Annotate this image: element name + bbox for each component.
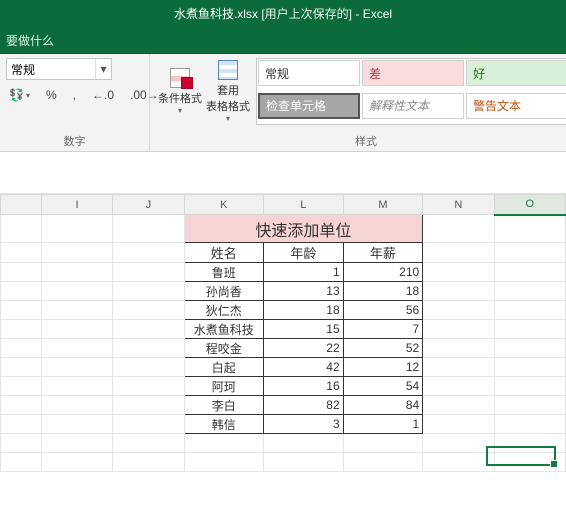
style-bad[interactable]: 差 (362, 60, 464, 86)
col-N[interactable]: N (423, 195, 494, 215)
table-row (1, 453, 566, 472)
dash: - (355, 7, 362, 21)
percent-button[interactable]: % (43, 86, 60, 104)
table-row: 李白 82 84 (1, 396, 566, 415)
chevron-down-icon[interactable]: ▾ (95, 59, 111, 79)
header-name[interactable]: 姓名 (184, 243, 264, 263)
file-name: 水煮鱼科技.xlsx (174, 7, 258, 21)
table-row: 孙尚香 13 18 (1, 282, 566, 301)
cond-format-label: 条件格式 (158, 90, 202, 106)
corner[interactable] (1, 195, 42, 215)
conditional-formatting-icon (170, 68, 190, 88)
table-row (1, 434, 566, 453)
currency-icon: 💱 (9, 88, 24, 102)
table-row: 狄仁杰 18 56 (1, 301, 566, 320)
worksheet-area[interactable]: I J K L M N O 快速添加单位 姓名 年龄 年薪 鲁班 1 210 孙… (0, 152, 566, 472)
comma-button[interactable]: , (70, 86, 79, 104)
col-M[interactable]: M (343, 195, 423, 215)
table-row: 阿珂 16 54 (1, 377, 566, 396)
table-row: 程咬金 22 52 (1, 339, 566, 358)
col-L[interactable]: L (264, 195, 344, 215)
col-I[interactable]: I (41, 195, 112, 215)
table-row: 白起 42 12 (1, 358, 566, 377)
app-name: Excel (363, 7, 392, 21)
ribbon: ▾ 💱▾ % , ←.0 .00→ 数字 条件格式 ▾ 套用 表格格式 ▾ (0, 54, 566, 152)
file-mode: [用户上次保存的] (261, 7, 352, 21)
chevron-down-icon: ▾ (26, 91, 30, 100)
currency-button[interactable]: 💱▾ (6, 86, 33, 104)
group-label-number: 数字 (6, 131, 143, 149)
increase-decimal-button[interactable]: ←.0 (89, 86, 117, 104)
style-check-cell[interactable]: 检查单元格 (258, 93, 360, 119)
chevron-down-icon: ▾ (226, 114, 230, 123)
column-headers[interactable]: I J K L M N O (1, 195, 566, 215)
style-good[interactable]: 好 (466, 60, 566, 86)
cell-styles-gallery: 常规 差 好 检查单元格 解释性文本 警告文本 (256, 58, 566, 125)
group-styles: 条件格式 ▾ 套用 表格格式 ▾ 常规 差 好 检查单元格 解释性文本 警告文本… (150, 54, 566, 151)
titlebar: 水煮鱼科技.xlsx [用户上次保存的] - Excel (0, 0, 566, 28)
table-title[interactable]: 快速添加单位 (184, 215, 423, 243)
number-format-combo[interactable]: ▾ (6, 58, 112, 80)
formula-bar-placeholder (0, 152, 566, 194)
style-warning[interactable]: 警告文本 (466, 93, 566, 119)
chevron-down-icon: ▾ (178, 106, 182, 115)
group-label-styles: 样式 (156, 131, 566, 149)
col-J[interactable]: J (113, 195, 184, 215)
format-as-table-button[interactable]: 套用 表格格式 ▾ (204, 58, 252, 125)
style-explanatory[interactable]: 解释性文本 (362, 93, 464, 119)
col-O[interactable]: O (494, 195, 565, 215)
conditional-formatting-button[interactable]: 条件格式 ▾ (156, 58, 204, 125)
table-row: 鲁班 1 210 (1, 263, 566, 282)
header-age[interactable]: 年龄 (264, 243, 344, 263)
table-row: 韩信 3 1 (1, 415, 566, 434)
style-normal[interactable]: 常规 (258, 60, 360, 86)
header-salary[interactable]: 年薪 (343, 243, 423, 263)
tell-me-bar[interactable]: 要做什么 (0, 28, 566, 54)
col-K[interactable]: K (184, 195, 264, 215)
tell-me-text: 要做什么 (6, 34, 54, 48)
table-row: 快速添加单位 (1, 215, 566, 243)
grid[interactable]: I J K L M N O 快速添加单位 姓名 年龄 年薪 鲁班 1 210 孙… (0, 194, 566, 472)
group-number: ▾ 💱▾ % , ←.0 .00→ 数字 (0, 54, 150, 151)
number-format-input[interactable] (7, 59, 95, 79)
table-row: 姓名 年龄 年薪 (1, 243, 566, 263)
table-icon (218, 60, 238, 80)
table-format-label: 套用 表格格式 (206, 82, 250, 114)
table-row: 水煮鱼科技 15 7 (1, 320, 566, 339)
